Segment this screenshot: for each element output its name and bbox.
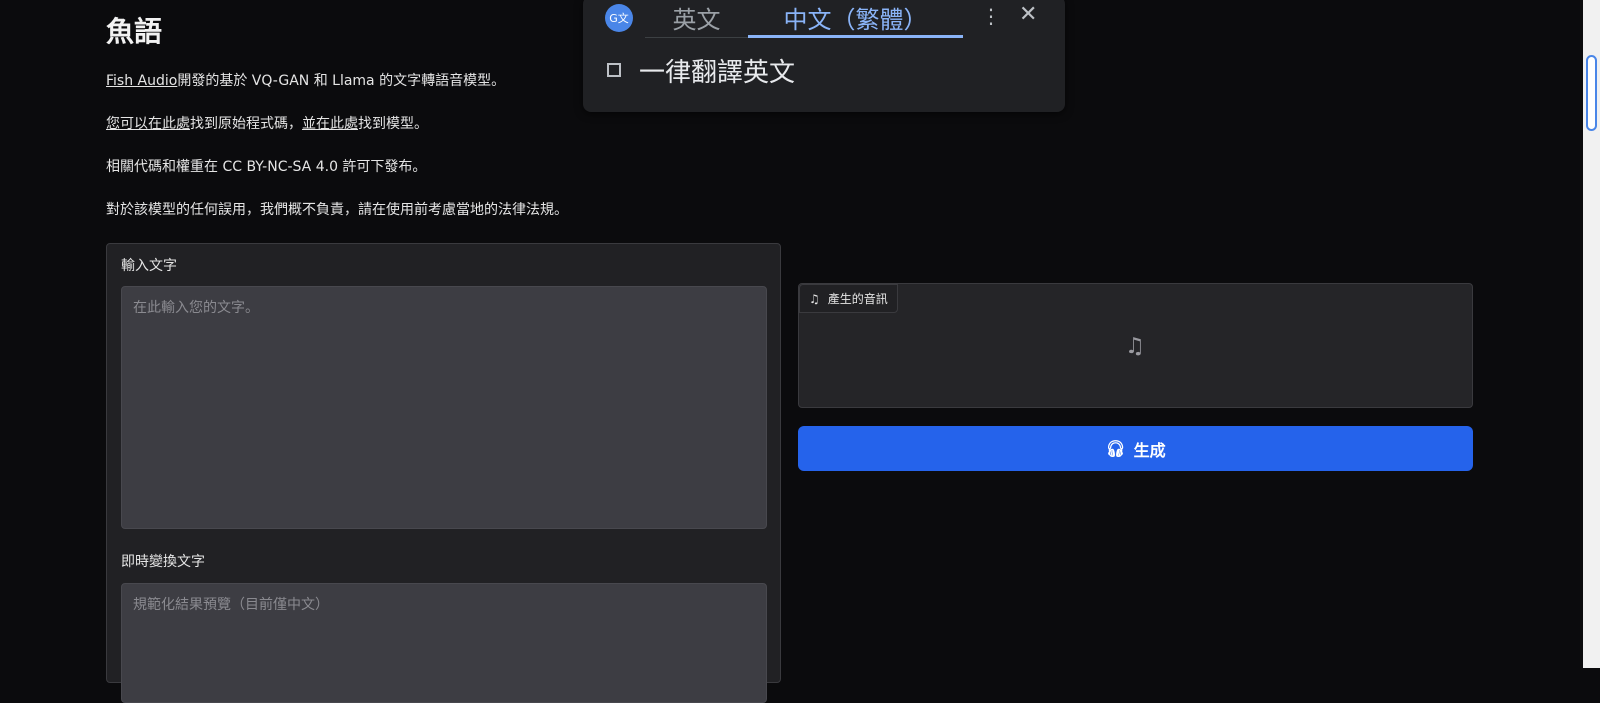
source-text: 找到原始程式碼， [190,116,302,132]
intro-text: 開發的基於 VQ-GAN 和 Llama 的文字轉語音模型。 [177,73,506,89]
audio-label-text: 產生的音訊 [827,292,888,306]
audio-label: ♫ 產生的音訊 [799,284,898,313]
generate-label: 生成 [1133,442,1166,460]
generate-button[interactable]: 🎧︎ 生成 [798,426,1473,471]
scrollbar-thumb[interactable] [1586,55,1597,131]
music-note-icon: ♫ [1125,334,1145,359]
always-translate-checkbox[interactable] [607,63,621,77]
page-title: 魚語 [106,15,163,48]
generated-audio-panel: ♫ 產生的音訊 ♫ [798,283,1473,408]
text-input-placeholder: 在此輸入您的文字。 [133,300,259,316]
headphones-icon: 🎧︎ [1105,440,1126,458]
disclaimer-paragraph: 對於該模型的任何誤用，我們概不負責，請在使用前考慮當地的法律法規。 [106,202,568,218]
google-translate-icon: G文 [605,4,633,32]
input-panel: 輸入文字 在此輸入您的文字。 即時變換文字 規範化結果預覽（目前僅中文） [106,243,781,703]
license-paragraph: 相關代碼和權重在 CC BY-NC-SA 4.0 許可下發布。 [106,159,427,175]
model-text: 找到模型。 [358,116,428,132]
always-translate-label: 一律翻譯英文 [639,58,796,88]
more-options-icon[interactable]: ⋮ [981,4,1001,28]
normalized-placeholder: 規範化結果預覽（目前僅中文） [133,597,329,613]
normalized-label: 即時變換文字 [121,554,205,570]
close-icon[interactable]: ✕ [1019,2,1037,27]
normalized-text-output[interactable]: 規範化結果預覽（目前僅中文） [121,583,767,703]
text-input[interactable]: 在此輸入您的文字。 [121,286,767,529]
scrollbar[interactable] [1583,0,1600,668]
tab-source-language[interactable]: 英文 [645,0,748,38]
music-note-icon: ♫ [809,291,820,306]
translate-popup: G文 英文 中文（繁體） ⋮ ✕ 一律翻譯英文 [583,0,1065,112]
model-link[interactable]: 並在此處 [302,116,358,132]
tab-target-language[interactable]: 中文（繁體） [748,0,963,38]
input-label: 輸入文字 [121,258,177,274]
fish-audio-link[interactable]: Fish Audio [106,73,177,89]
source-code-link[interactable]: 您可以在此處 [106,116,190,132]
source-paragraph: 您可以在此處找到原始程式碼，並在此處找到模型。 [106,113,428,133]
intro-paragraph: Fish Audio開發的基於 VQ-GAN 和 Llama 的文字轉語音模型。 [106,70,505,90]
